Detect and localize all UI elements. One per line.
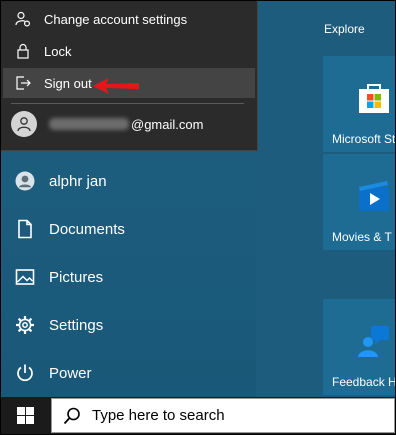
settings-label: Settings [49,316,104,334]
user-avatar-icon [14,170,36,192]
feedback-hub-icon [358,326,389,357]
tile-group-title: Explore [324,22,365,36]
account-flyout: Change account settings Lock Sign out @g… [1,1,258,151]
sign-out-icon [15,75,31,91]
redacted-email-username [49,118,129,130]
start-button[interactable] [1,397,49,434]
person-icon [11,111,37,137]
account-row[interactable]: @gmail.com [11,111,203,137]
microsoft-store-icon [359,84,389,113]
power-icon [14,362,36,384]
tile-label: Movies & T [332,230,392,244]
lock-icon [15,43,31,59]
search-icon [63,407,81,425]
account-email-suffix: @gmail.com [131,116,204,132]
person-gear-icon [15,11,31,27]
flyout-divider [11,103,244,104]
user-name-label: alphr jan [49,172,107,190]
tile-label: Feedback H [332,375,395,389]
tile-label: Microsoft St [332,132,395,146]
documents-label: Documents [49,220,125,238]
settings-item[interactable]: Settings [0,301,255,349]
search-placeholder: Type here to search [92,407,225,424]
taskbar: Type here to search [1,397,395,434]
feedback-hub-tile[interactable]: Feedback H [323,299,395,395]
change-account-settings-label: Change account settings [44,11,188,27]
taskbar-search-box[interactable]: Type here to search [51,398,395,433]
power-label: Power [49,364,92,382]
pictures-label: Pictures [49,268,104,286]
documents-item[interactable]: Documents [0,205,255,253]
movies-tv-tile[interactable]: Movies & T [323,154,395,250]
change-account-settings-item[interactable]: Change account settings [3,4,255,34]
lock-label: Lock [44,43,72,59]
windows-logo-icon [16,407,34,424]
movies-tv-icon [359,181,389,211]
user-account-item[interactable]: alphr jan [0,157,255,205]
document-icon [14,218,36,240]
gear-icon [14,314,36,336]
pictures-item[interactable]: Pictures [0,253,255,301]
annotation-arrow-icon [93,78,139,94]
power-item[interactable]: Power [0,349,255,397]
lock-item[interactable]: Lock [3,36,255,66]
microsoft-store-tile[interactable]: Microsoft St [323,56,395,152]
sign-out-label: Sign out [44,75,92,91]
picture-icon [14,266,36,288]
